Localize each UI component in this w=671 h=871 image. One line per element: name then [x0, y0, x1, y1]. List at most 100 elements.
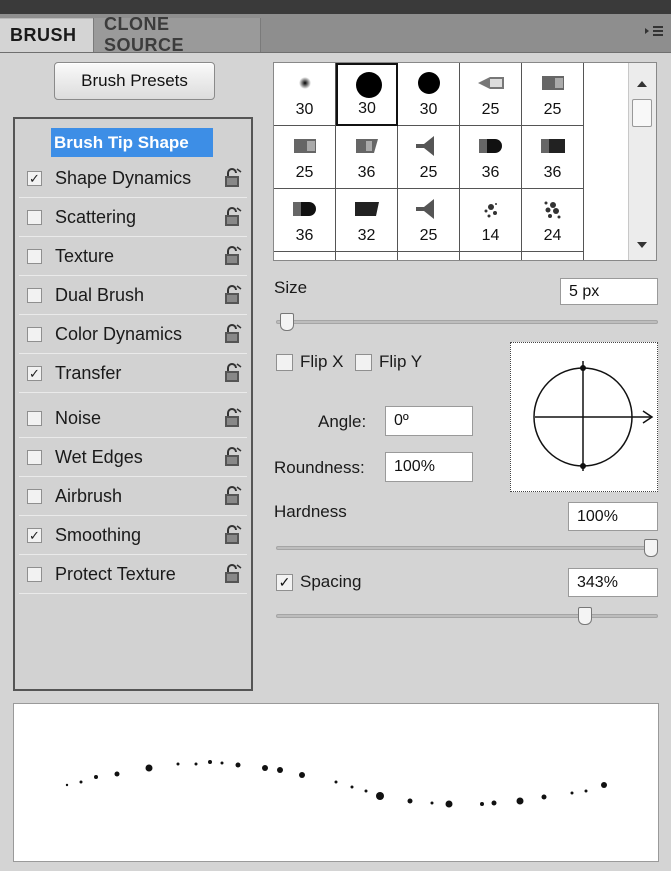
spacing-slider-thumb[interactable]	[577, 607, 592, 625]
flat-bristle-icon	[274, 132, 335, 160]
brush-option-scattering[interactable]: Scattering	[15, 198, 251, 237]
lock-icon[interactable]	[223, 245, 243, 267]
brush-option-texture[interactable]: Texture	[15, 237, 251, 276]
flat-bristle-icon	[522, 69, 583, 97]
brush-tip-cell[interactable]: 25	[274, 126, 336, 189]
brush-tip-cell[interactable]: 36	[522, 126, 584, 189]
roundness-field[interactable]: 100%	[385, 452, 473, 482]
tab-clone-source[interactable]: CLONE SOURCE	[93, 14, 261, 55]
brush-tip-cell[interactable]: 36	[274, 189, 336, 252]
brush-presets-button[interactable]: Brush Presets	[54, 62, 215, 100]
scroll-up-icon[interactable]	[637, 81, 647, 87]
option-checkbox[interactable]: ✓	[27, 171, 42, 186]
option-checkbox[interactable]	[27, 567, 42, 582]
lock-icon[interactable]	[223, 524, 243, 546]
flip-x-checkbox[interactable]	[276, 354, 293, 371]
brush-option-airbrush[interactable]: Airbrush	[15, 477, 251, 516]
option-checkbox[interactable]	[27, 450, 42, 465]
brush-option-dual-brush[interactable]: Dual Brush	[15, 276, 251, 315]
brush-tip-cell[interactable]: 14	[460, 189, 522, 252]
brush-tip-cell[interactable]: 24	[522, 189, 584, 252]
spacing-field[interactable]: 343%	[568, 568, 658, 597]
brush-option-wet-edges[interactable]: Wet Edges	[15, 438, 251, 477]
brush-tip-cell[interactable]: 30	[336, 63, 398, 126]
hardness-slider-track[interactable]	[276, 546, 658, 550]
size-slider-thumb[interactable]	[279, 313, 294, 331]
angle-roundness-preview[interactable]	[510, 342, 658, 492]
brush-option-smoothing[interactable]: ✓ Smoothing	[15, 516, 251, 555]
lock-icon[interactable]	[223, 563, 243, 585]
option-label: Dual Brush	[55, 285, 145, 305]
stroke-preview-drawing	[65, 760, 607, 808]
brush-grid-scrollbar[interactable]	[628, 63, 656, 260]
lock-icon[interactable]	[223, 485, 243, 507]
round-blunt-icon	[274, 195, 335, 223]
brush-option-noise[interactable]: Noise	[15, 399, 251, 438]
hardness-slider-thumb[interactable]	[644, 539, 658, 557]
tab-brush[interactable]: BRUSH	[0, 18, 93, 52]
spacing-label: Spacing	[300, 572, 362, 591]
brush-tip-shape-item[interactable]: Brush Tip Shape	[51, 128, 213, 157]
panel-menu-icon[interactable]	[645, 24, 663, 40]
option-checkbox[interactable]: ✓	[27, 366, 42, 381]
lock-icon[interactable]	[223, 407, 243, 429]
brush-option-transfer[interactable]: ✓ Transfer	[15, 354, 251, 393]
brush-tip-cell[interactable]: 30	[274, 63, 336, 126]
lock-icon[interactable]	[223, 206, 243, 228]
option-checkbox[interactable]	[27, 288, 42, 303]
brush-tip-cell[interactable]: 36	[336, 126, 398, 189]
brush-tip-cell[interactable]: 25	[460, 63, 522, 126]
brush-tip-cell[interactable]	[460, 252, 522, 260]
flip-y-checkbox[interactable]	[355, 354, 372, 371]
angled-flat-icon	[336, 195, 397, 223]
scroll-down-icon[interactable]	[637, 242, 647, 248]
option-label: Shape Dynamics	[55, 168, 192, 188]
flat-blunt-icon	[522, 132, 583, 160]
option-label: Protect Texture	[55, 564, 176, 584]
lock-icon[interactable]	[223, 167, 243, 189]
angled-bristle-icon	[336, 132, 397, 160]
option-label: Color Dynamics	[55, 324, 183, 344]
option-checkbox[interactable]	[27, 411, 42, 426]
hardness-field[interactable]: 100%	[568, 502, 658, 531]
brush-tip-size: 30	[358, 100, 376, 117]
splatter-large-icon	[522, 195, 583, 223]
round-blunt-icon	[460, 132, 521, 160]
brush-tip-cell[interactable]	[522, 252, 584, 260]
brush-tip-cell[interactable]	[274, 252, 336, 260]
brush-option-shape-dynamics[interactable]: ✓ Shape Dynamics	[15, 159, 251, 198]
lock-icon[interactable]	[223, 446, 243, 468]
brush-option-color-dynamics[interactable]: Color Dynamics	[15, 315, 251, 354]
lock-icon[interactable]	[223, 323, 243, 345]
brush-tip-grid: 30 30 30 25 25 25 36 25 36 36 36 32 25 14 24	[273, 62, 657, 261]
brush-tip-cell[interactable]: 36	[460, 126, 522, 189]
size-slider-track[interactable]	[276, 320, 658, 324]
angle-field[interactable]: 0º	[385, 406, 473, 436]
lock-icon[interactable]	[223, 362, 243, 384]
brush-tip-size: 36	[481, 164, 500, 181]
brush-tip-cell[interactable]	[336, 252, 398, 260]
brush-tip-cell[interactable]: 25	[398, 189, 460, 252]
option-label: Texture	[55, 246, 115, 266]
brush-tip-cell[interactable]: 32	[336, 189, 398, 252]
brush-option-protect-texture[interactable]: Protect Texture	[15, 555, 251, 594]
brush-tip-cell[interactable]: 25	[522, 63, 584, 126]
brush-tip-cell[interactable]: 30	[398, 63, 460, 126]
option-label: Airbrush	[55, 486, 123, 506]
option-checkbox[interactable]	[27, 249, 42, 264]
option-checkbox[interactable]	[27, 327, 42, 342]
brush-tip-cell[interactable]	[398, 252, 460, 260]
brush-tip-size: 25	[543, 101, 562, 118]
option-checkbox[interactable]	[27, 210, 42, 225]
option-checkbox[interactable]	[27, 489, 42, 504]
hard-round-large-icon	[338, 71, 396, 99]
brush-tip-size: 36	[357, 164, 376, 181]
spacing-checkbox[interactable]: ✓	[276, 574, 293, 591]
option-checkbox[interactable]: ✓	[27, 528, 42, 543]
brush-tip-size: 25	[481, 101, 500, 118]
lock-icon[interactable]	[223, 284, 243, 306]
spacing-slider-track[interactable]	[276, 614, 658, 618]
scroll-thumb[interactable]	[632, 99, 652, 127]
brush-tip-cell[interactable]: 25	[398, 126, 460, 189]
size-field[interactable]: 5 px	[560, 278, 658, 305]
